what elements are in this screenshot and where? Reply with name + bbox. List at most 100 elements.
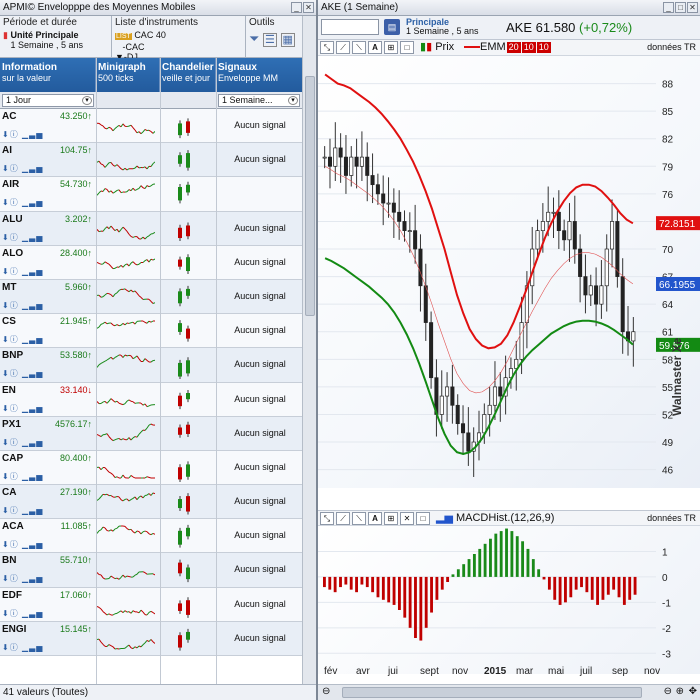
info-icon[interactable]: ⓘ: [10, 609, 19, 618]
instrument-name[interactable]: AC: [2, 111, 16, 122]
row-tools[interactable]: ⬇ⓘ ▁▃▅: [2, 197, 43, 208]
fit-icon[interactable]: ✥: [689, 686, 697, 697]
volume-bars-icon[interactable]: ▁▃▅: [22, 404, 43, 413]
instrument-name[interactable]: CA: [2, 487, 16, 498]
period-settings[interactable]: Période et durée ▮ Unité Principale 1 Se…: [0, 16, 112, 58]
row-tools[interactable]: ⬇ⓘ ▁▃▅: [2, 471, 43, 482]
volume-bars-icon[interactable]: ▁▃▅: [22, 609, 43, 618]
window-tool-icon[interactable]: □: [416, 512, 430, 525]
download-icon[interactable]: ⬇: [2, 609, 10, 618]
download-icon[interactable]: ⬇: [2, 130, 10, 139]
info-icon[interactable]: ⓘ: [10, 198, 19, 207]
row-tools[interactable]: ⬇ⓘ ▁▃▅: [2, 266, 43, 277]
volume-bars-icon[interactable]: ▁▃▅: [22, 643, 43, 652]
download-icon[interactable]: ⬇: [2, 643, 10, 652]
info-icon[interactable]: ⓘ: [10, 369, 19, 378]
unit-selector[interactable]: Principale 1 Semaine , 5 ans: [406, 18, 479, 36]
row-tools[interactable]: ⬇ⓘ ▁▃▅: [2, 129, 43, 140]
vertical-scrollbar[interactable]: [302, 16, 316, 684]
instrument-name[interactable]: ALO: [2, 248, 23, 259]
table-row[interactable]: BNP 53.580↑ ⬇ⓘ ▁▃▅ Aucun signal: [0, 348, 302, 383]
macd-legend[interactable]: ▂▅ MACDHist.(12,26,9): [436, 512, 554, 525]
download-icon[interactable]: ⬇: [2, 335, 10, 344]
download-icon[interactable]: ⬇: [2, 506, 10, 515]
line-tool-icon[interactable]: ⟋: [336, 41, 350, 54]
table-row[interactable]: CA 27.190↑ ⬇ⓘ ▁▃▅ Aucun signal: [0, 485, 302, 520]
download-icon[interactable]: ⬇: [2, 574, 10, 583]
macd-chart-svg[interactable]: 1 0 -1 -2 -3: [318, 526, 700, 674]
volume-bars-icon[interactable]: ▁▃▅: [22, 335, 43, 344]
filter-icon[interactable]: ⏷: [249, 31, 259, 46]
table-row[interactable]: ACA 11.085↑ ⬇ⓘ ▁▃▅ Aucun signal: [0, 519, 302, 554]
row-tools[interactable]: ⬇ⓘ ▁▃▅: [2, 163, 43, 174]
grid-view-icon[interactable]: ▦: [280, 33, 295, 47]
trend-tool-icon[interactable]: ⟍: [352, 512, 366, 525]
zoom-tool-icon[interactable]: ⊞: [384, 512, 398, 525]
instrument-name[interactable]: CS: [2, 316, 16, 327]
row-tools[interactable]: ⬇ⓘ ▁▃▅: [2, 334, 43, 345]
table-row[interactable]: PX1 4576.17↑ ⬇ⓘ ▁▃▅ Aucun signal: [0, 416, 302, 451]
info-icon[interactable]: ⓘ: [10, 506, 19, 515]
row-tools[interactable]: ⬇ⓘ ▁▃▅: [2, 642, 43, 653]
row-tools[interactable]: ⬇ⓘ ▁▃▅: [2, 300, 43, 311]
table-row[interactable]: BN 55.710↑ ⬇ⓘ ▁▃▅ Aucun signal: [0, 553, 302, 588]
table-row[interactable]: AIR 54.730↑ ⬇ⓘ ▁▃▅: [0, 177, 302, 212]
info-icon[interactable]: ⓘ: [10, 540, 19, 549]
close-pane-icon[interactable]: ✕: [400, 512, 414, 525]
download-icon[interactable]: ⬇: [2, 301, 10, 310]
window-tool-icon[interactable]: □: [400, 41, 414, 54]
info-icon[interactable]: ⓘ: [10, 301, 19, 310]
info-icon[interactable]: ⓘ: [10, 438, 19, 447]
row-tools[interactable]: ⬇ⓘ ▁▃▅: [2, 403, 43, 414]
volume-bars-icon[interactable]: ▁▃▅: [22, 369, 43, 378]
download-icon[interactable]: ⬇: [2, 233, 10, 242]
zoom-out-icon[interactable]: ⊖: [664, 686, 672, 697]
zoom-in-icon[interactable]: ⊕: [676, 686, 684, 697]
instrument-name[interactable]: ACA: [2, 521, 24, 532]
instrument-name[interactable]: EDF: [2, 590, 22, 601]
table-row[interactable]: ENGI 15.145↑ ⬇ⓘ ▁▃▅ Aucun signal: [0, 621, 302, 656]
close-button[interactable]: ✕: [687, 2, 698, 13]
table-row[interactable]: ALU 3.202↑ ⬇ⓘ ▁▃▅ Aucun signal: [0, 211, 302, 246]
cursor-tool-icon[interactable]: ⤡: [320, 41, 334, 54]
info-icon[interactable]: ⓘ: [10, 643, 19, 652]
minimize-button[interactable]: _: [291, 2, 302, 13]
table-row[interactable]: AC 43.250↑ ⬇ⓘ ▁▃▅ Aucun signal: [0, 109, 302, 144]
horizontal-scrollbar[interactable]: ⊖ ⊖ ⊕ ✥: [318, 684, 700, 700]
volume-bars-icon[interactable]: ▁▃▅: [22, 574, 43, 583]
volume-bars-icon[interactable]: ▁▃▅: [22, 233, 43, 242]
instrument-name[interactable]: ALU: [2, 214, 23, 225]
volume-bars-icon[interactable]: ▁▃▅: [22, 438, 43, 447]
indicator-tool-icon[interactable]: A: [368, 41, 382, 54]
table-row[interactable]: ALO 28.400↑ ⬇ⓘ ▁▃▅ Aucun signal: [0, 245, 302, 280]
info-icon[interactable]: ⓘ: [10, 164, 19, 173]
table-row[interactable]: CS 21.945↑ ⬇ⓘ ▁▃▅ Aucun signal: [0, 314, 302, 349]
indicator-tool-icon[interactable]: A: [368, 512, 382, 525]
minimize-button[interactable]: _: [663, 2, 674, 13]
info-icon[interactable]: ⓘ: [10, 472, 19, 481]
row-tools[interactable]: ⬇ⓘ ▁▃▅: [2, 573, 43, 584]
emm-legend[interactable]: EMM 20 10 10: [464, 41, 551, 54]
maximize-button[interactable]: □: [675, 2, 686, 13]
line-tool-icon[interactable]: ⟋: [336, 512, 350, 525]
download-icon[interactable]: ⬇: [2, 164, 10, 173]
download-icon[interactable]: ⬇: [2, 404, 10, 413]
macd-chart[interactable]: 1 0 -1 -2 -3: [318, 526, 700, 674]
instrument-name[interactable]: AIR: [2, 179, 19, 190]
price-chart[interactable]: 46495255586164677073767982858872.815166.…: [318, 56, 700, 488]
volume-bars-icon[interactable]: ▁▃▅: [22, 301, 43, 310]
cursor-tool-icon[interactable]: ⤡: [320, 512, 334, 525]
volume-bars-icon[interactable]: ▁▃▅: [22, 267, 43, 276]
download-icon[interactable]: ⬇: [2, 472, 10, 481]
table-row[interactable]: MT 5.960↑ ⬇ⓘ ▁▃▅ Aucun signal: [0, 279, 302, 315]
signal-period-dropdown[interactable]: 1 Semaine... ▾: [218, 94, 300, 107]
row-tools[interactable]: ⬇ⓘ ▁▃▅: [2, 368, 43, 379]
close-button[interactable]: ✕: [303, 2, 314, 13]
link-icon[interactable]: ⊖: [322, 686, 330, 697]
table-row[interactable]: EN 33.140↓ ⬇ⓘ ▁▃▅ Aucun signal: [0, 382, 302, 417]
price-legend[interactable]: ▮▮ Prix: [420, 41, 454, 54]
info-icon[interactable]: ⓘ: [10, 404, 19, 413]
row-tools[interactable]: ⬇ⓘ ▁▃▅: [2, 232, 43, 243]
volume-bars-icon[interactable]: ▁▃▅: [22, 198, 43, 207]
info-icon[interactable]: ⓘ: [10, 267, 19, 276]
